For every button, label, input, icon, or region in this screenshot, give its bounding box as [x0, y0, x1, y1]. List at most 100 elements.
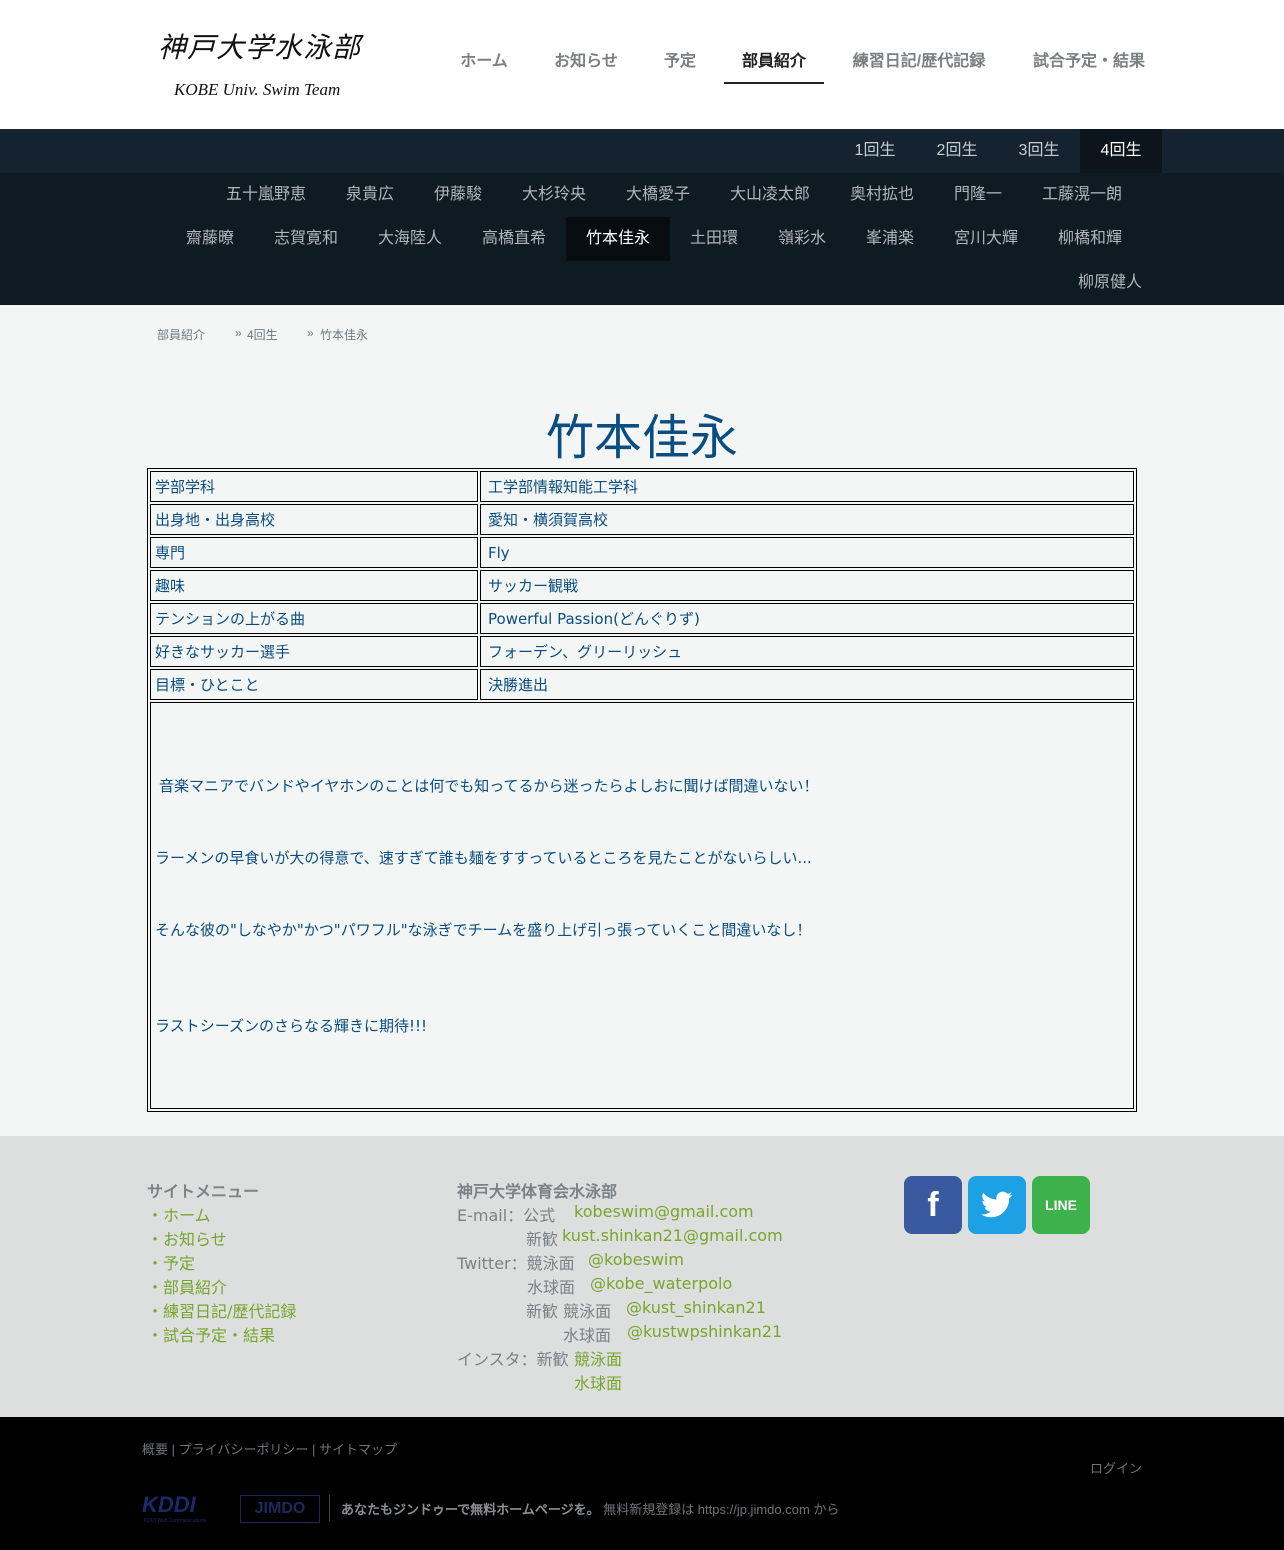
- footer-insta-wp[interactable]: 水球面: [574, 1370, 622, 1394]
- promo-bold: あなたもジンドゥーで無料ホームページを。: [341, 1502, 600, 1517]
- member-nav: 五十嵐野恵 泉貴広 伊藤駿 大杉玲央 大橋愛子 大山凌太郎 奥村拡也 門隆一 工…: [0, 173, 1284, 305]
- member-link[interactable]: 大橋愛子: [606, 173, 710, 217]
- profile-value: 愛知・横須賀高校: [480, 504, 1134, 535]
- line-glyph: LINE: [1045, 1197, 1077, 1213]
- member-link[interactable]: 大山凌太郎: [710, 173, 830, 217]
- table-row: 専門 Fly: [150, 537, 1134, 568]
- profile-value: Fly: [480, 537, 1134, 568]
- profile-key: 出身地・出身高校: [150, 504, 478, 535]
- footer-twitter-label: Twitter：競泳面: [457, 1254, 575, 1273]
- profile-key: 目標・ひとこと: [150, 669, 478, 700]
- member-link[interactable]: 伊藤駿: [414, 173, 502, 217]
- footer-twitter-new-wp[interactable]: @kustwpshinkan21: [627, 1322, 782, 1341]
- member-link[interactable]: 齋藤暸: [166, 217, 254, 261]
- kddi-logo[interactable]: KDDI KDDI Web Communications: [142, 1492, 228, 1526]
- member-link[interactable]: 大海陸人: [358, 217, 462, 261]
- jimdo-promo[interactable]: あなたもジンドゥーで無料ホームページを。 無料新規登録は https://jp.…: [341, 1499, 839, 1518]
- breadcrumb-members[interactable]: 部員紹介: [157, 326, 205, 343]
- jimdo-bottom-bar: 概要 | プライバシーポリシー | サイトマップ ログイン KDDI KDDI …: [0, 1417, 1284, 1550]
- profile-key: テンションの上がる曲: [150, 603, 478, 634]
- profile-value: 決勝進出: [480, 669, 1134, 700]
- footer-menu-link[interactable]: ・部員紹介: [147, 1274, 227, 1298]
- profile-value: サッカー観戦: [480, 570, 1134, 601]
- nav-matches[interactable]: 試合予定・結果: [1020, 40, 1158, 84]
- profile-comment-cell: 音楽マニアでバンドやイヤホンのことは何でも知ってるから迷ったらよしおに聞けば間違…: [150, 702, 1134, 1109]
- comment-line: 音楽マニアでバンドやイヤホンのことは何でも知ってるから迷ったらよしおに聞けば間違…: [159, 777, 819, 795]
- footer-twitter-new-swim[interactable]: @kust_shinkan21: [626, 1298, 766, 1317]
- footer-email-new-label: 新歓: [526, 1230, 559, 1249]
- profile-key: 学部学科: [150, 471, 478, 502]
- table-row: 音楽マニアでバンドやイヤホンのことは何でも知ってるから迷ったらよしおに聞けば間違…: [150, 702, 1134, 1109]
- member-link-active[interactable]: 竹本佳永: [566, 217, 670, 261]
- site-header: 神戸大学水泳部 KOBE Univ. Swim Team ホーム お知らせ 予定…: [0, 0, 1284, 129]
- breadcrumb-separator: »: [235, 326, 242, 340]
- twitter-icon[interactable]: [968, 1176, 1026, 1234]
- footer-twitter-new-wp-label: 水球面: [563, 1326, 612, 1345]
- breadcrumb-separator: »: [307, 326, 314, 340]
- facebook-glyph: f: [927, 1185, 939, 1224]
- facebook-icon[interactable]: f: [904, 1176, 962, 1234]
- kddi-logo-sub: KDDI Web Communications: [144, 1518, 207, 1524]
- footer-insta-swim[interactable]: 競泳面: [574, 1346, 622, 1370]
- footer-contact-title: 神戸大学体育会水泳部: [457, 1182, 618, 1201]
- profile-table: 学部学科 工学部情報知能工学科 出身地・出身高校 愛知・横須賀高校 専門 Fly…: [147, 468, 1137, 1112]
- grade-tab-2[interactable]: 2回生: [916, 129, 998, 173]
- footer-email-label: E-mail：公式: [457, 1206, 556, 1225]
- footer-twitter-swim[interactable]: @kobeswim: [588, 1250, 684, 1269]
- comment-line: ラーメンの早食いが大の得意で、速すぎて誰も麺をすすっているところを見たことがない…: [155, 849, 812, 867]
- member-link[interactable]: 高橋直希: [462, 217, 566, 261]
- grade-tab-1[interactable]: 1回生: [834, 129, 916, 173]
- login-link[interactable]: ログイン: [1090, 1458, 1142, 1477]
- profile-key: 好きなサッカー選手: [150, 636, 478, 667]
- profile-value: フォーデン、グリーリッシュ: [480, 636, 1134, 667]
- comment-line: ラストシーズンのさらなる輝きに期待!!!: [155, 1017, 427, 1035]
- member-link[interactable]: 土田環: [670, 217, 758, 261]
- member-link[interactable]: 泉貴広: [326, 173, 414, 217]
- nav-news[interactable]: お知らせ: [544, 40, 628, 84]
- table-row: 学部学科 工学部情報知能工学科: [150, 471, 1134, 502]
- footer-twitter-wp[interactable]: @kobe_waterpolo: [590, 1274, 732, 1293]
- grade-tab-4[interactable]: 4回生: [1080, 129, 1162, 173]
- member-link[interactable]: 五十嵐野恵: [206, 173, 326, 217]
- main-nav: ホーム お知らせ 予定 部員紹介 練習日記/歴代記録 試合予定・結果: [0, 40, 1284, 86]
- footer-menu-link[interactable]: ・練習日記/歴代記録: [147, 1298, 296, 1322]
- member-link[interactable]: 柳原健人: [1058, 261, 1162, 305]
- table-row: テンションの上がる曲 Powerful Passion(どんぐりず): [150, 603, 1134, 634]
- footer-menu-title: サイトメニュー: [147, 1182, 260, 1201]
- nav-schedule[interactable]: 予定: [652, 40, 708, 84]
- nav-diary[interactable]: 練習日記/歴代記録: [840, 40, 998, 84]
- member-link[interactable]: 志賀寛和: [254, 217, 358, 261]
- grade-tab-3[interactable]: 3回生: [998, 129, 1080, 173]
- footer-email-new[interactable]: kust.shinkan21@gmail.com: [562, 1226, 783, 1245]
- profile-value: Powerful Passion(どんぐりず): [480, 603, 1134, 634]
- member-link[interactable]: 大杉玲央: [502, 173, 606, 217]
- comment-line: そんな彼の"しなやか"かつ"パワフル"な泳ぎでチームを盛り上げ引っ張っていくこと…: [155, 921, 812, 939]
- member-link[interactable]: 柳橋和輝: [1038, 217, 1142, 261]
- table-row: 出身地・出身高校 愛知・横須賀高校: [150, 504, 1134, 535]
- footer-menu-link[interactable]: ・お知らせ: [147, 1226, 227, 1250]
- member-link[interactable]: 宮川大輝: [934, 217, 1038, 261]
- member-link[interactable]: 嶺彩水: [758, 217, 846, 261]
- breadcrumb-grade[interactable]: 4回生: [247, 326, 278, 343]
- footer-email-official[interactable]: kobeswim@gmail.com: [574, 1202, 754, 1221]
- kddi-logo-text: KDDI: [142, 1492, 196, 1517]
- bottom-links[interactable]: 概要 | プライバシーポリシー | サイトマップ: [142, 1439, 397, 1458]
- promo-rest: 無料新規登録は https://jp.jimdo.com から: [599, 1502, 840, 1517]
- member-link[interactable]: 峯浦楽: [846, 217, 934, 261]
- member-link[interactable]: 奥村拡也: [830, 173, 934, 217]
- footer-insta-label: インスタ：新歓: [457, 1350, 569, 1369]
- footer-menu-link[interactable]: ・ホーム: [147, 1202, 211, 1226]
- profile-value: 工学部情報知能工学科: [480, 471, 1134, 502]
- member-link[interactable]: 門隆一: [934, 173, 1022, 217]
- divider: [329, 1495, 330, 1521]
- twitter-bird-icon: [981, 1191, 1013, 1218]
- breadcrumb-current: 竹本佳永: [320, 328, 369, 342]
- grade-nav: 1回生 2回生 3回生 4回生: [0, 129, 1284, 173]
- nav-members[interactable]: 部員紹介: [724, 40, 824, 84]
- footer-menu-link[interactable]: ・試合予定・結果: [147, 1322, 275, 1346]
- footer-menu-link[interactable]: ・予定: [147, 1250, 195, 1274]
- nav-home[interactable]: ホーム: [448, 40, 520, 84]
- line-icon[interactable]: LINE: [1032, 1176, 1090, 1234]
- member-link[interactable]: 工藤滉一朗: [1022, 173, 1142, 217]
- jimdo-logo[interactable]: JIMDO: [240, 1495, 320, 1523]
